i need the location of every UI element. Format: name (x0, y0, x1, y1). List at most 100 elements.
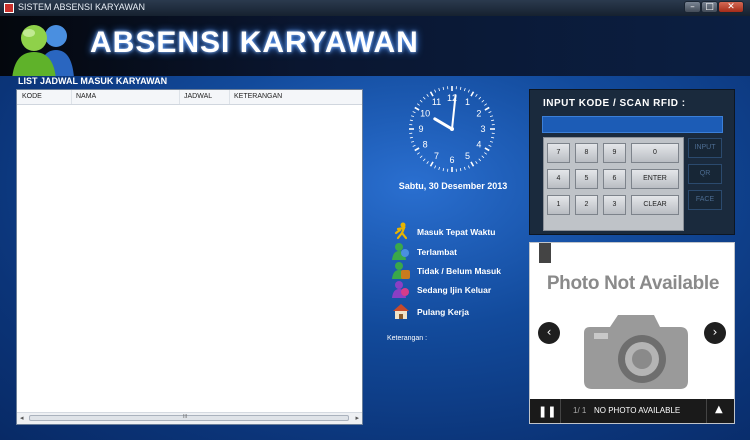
clock-tick (438, 166, 441, 171)
clock-number: 11 (432, 97, 441, 107)
clock-tick (412, 111, 416, 114)
clock-tick (478, 96, 482, 100)
clock-number: 6 (449, 155, 454, 165)
close-button[interactable]: ✕ (718, 1, 744, 13)
schedule-list[interactable]: KODE NAMA JADWAL KETERANGAN ◂ III ▸ (16, 89, 363, 425)
header-banner: ABSENSI KARYAWAN (0, 16, 750, 80)
photo-tab[interactable] (539, 243, 551, 263)
window-title: SISTEM ABSENSI KARYAWAN (18, 2, 146, 12)
clock-tick (438, 87, 441, 92)
clock-number: 10 (420, 109, 430, 119)
column-header-jadwal[interactable]: JADWAL (184, 93, 212, 100)
clock-tick (409, 119, 413, 122)
users-icon (12, 25, 74, 80)
home-icon (393, 304, 409, 319)
person-running-icon (394, 222, 408, 240)
clock-tick (442, 168, 445, 172)
clock-tick (463, 87, 466, 92)
app-window: SISTEM ABSENSI KARYAWAN – □ ✕ ABSENSI KA… (0, 0, 750, 440)
clock-tick (429, 91, 434, 97)
scroll-grip-icon: III (183, 414, 188, 420)
key-3[interactable]: 3 (603, 195, 626, 215)
prev-photo-button[interactable]: ‹ (538, 322, 560, 344)
clock-tick (478, 158, 482, 162)
clock-tick (410, 140, 415, 143)
keypad: 7 8 9 0 4 5 6 ENTER 1 2 3 CLEAR (543, 137, 684, 231)
app-title: ABSENSI KARYAWAN (90, 26, 419, 59)
clock-tick (409, 136, 413, 139)
clock-tick (484, 106, 490, 111)
column-header-keterangan[interactable]: KETERANGAN (234, 93, 282, 100)
horizontal-scrollbar[interactable]: ◂ III ▸ (17, 412, 362, 424)
clock-tick (410, 115, 415, 118)
clock-tick (416, 103, 420, 106)
column-header-kode[interactable]: KODE (22, 93, 42, 100)
photo-placeholder-text: Photo Not Available (546, 273, 720, 294)
clock-tick (467, 89, 470, 93)
clock-number: 7 (434, 151, 439, 161)
clock-number: 5 (465, 151, 470, 161)
clock-tick (414, 106, 420, 111)
current-date: Sabtu, 30 Desember 2013 (398, 181, 508, 191)
column-header-nama[interactable]: NAMA (76, 93, 96, 100)
clock-tick (416, 152, 420, 155)
pause-icon[interactable]: ❚❚ (538, 405, 556, 418)
clock-number: 3 (480, 124, 485, 134)
scroll-right-icon[interactable]: ▸ (355, 414, 359, 422)
clear-button[interactable]: CLEAR (631, 195, 679, 215)
clock-tick (484, 147, 490, 152)
analog-clock: 12 1234567891011 (409, 86, 495, 172)
key-2[interactable]: 2 (575, 195, 598, 215)
clock-hour-hand (433, 117, 454, 131)
clock-tick (467, 165, 470, 169)
input-panel: INPUT KODE / SCAN RFID : 7 8 9 0 4 5 6 E… (529, 89, 735, 235)
clock-tick (422, 96, 426, 100)
enter-button[interactable]: ENTER (631, 169, 679, 189)
minimize-button[interactable]: – (684, 1, 701, 13)
input-mode-button[interactable]: INPUT (688, 138, 722, 158)
clock-number: 2 (476, 109, 481, 119)
key-5[interactable]: 5 (575, 169, 598, 189)
user-out-icon (392, 281, 409, 298)
clock-tick (489, 115, 494, 118)
clock-tick (422, 158, 426, 162)
maximize-button[interactable]: □ (701, 1, 718, 13)
clock-tick (481, 99, 485, 103)
clock-tick (426, 93, 429, 97)
app-icon (4, 3, 14, 13)
face-mode-button[interactable]: FACE (688, 190, 722, 210)
user-absent-icon (392, 262, 410, 279)
clock-tick (491, 119, 495, 122)
clock-tick (463, 166, 466, 171)
key-8[interactable]: 8 (575, 143, 598, 163)
code-input[interactable] (542, 116, 723, 133)
expand-icon[interactable]: ▲ (715, 404, 723, 415)
photo-status: NO PHOTO AVAILABLE (594, 406, 681, 415)
clock-tick (442, 86, 445, 90)
clock-tick (434, 165, 437, 169)
clock-number: 9 (418, 124, 423, 134)
clock-tick (475, 161, 478, 165)
clock-number: 8 (423, 140, 428, 150)
clock-tick (484, 152, 488, 155)
key-1[interactable]: 1 (547, 195, 570, 215)
clock-tick (489, 140, 494, 143)
clock-tick (459, 86, 462, 90)
list-header: KODE NAMA JADWAL KETERANGAN (17, 90, 362, 105)
scroll-thumb[interactable] (29, 415, 349, 421)
scroll-left-icon[interactable]: ◂ (20, 414, 24, 422)
key-4[interactable]: 4 (547, 169, 570, 189)
key-6[interactable]: 6 (603, 169, 626, 189)
key-9[interactable]: 9 (603, 143, 626, 163)
key-0[interactable]: 0 (631, 143, 679, 163)
clock-tick (434, 89, 437, 93)
schedule-list-title: LIST JADWAL MASUK KARYAWAN (18, 76, 168, 86)
clock-tick (459, 168, 462, 172)
key-7[interactable]: 7 (547, 143, 570, 163)
photo-counter: 1/ 1 (573, 406, 587, 415)
keterangan-label: Keterangan : (387, 335, 428, 342)
title-bar: SISTEM ABSENSI KARYAWAN – □ ✕ (0, 0, 750, 17)
clock-tick (475, 93, 478, 97)
next-photo-button[interactable]: › (704, 322, 726, 344)
qr-mode-button[interactable]: QR (688, 164, 722, 184)
